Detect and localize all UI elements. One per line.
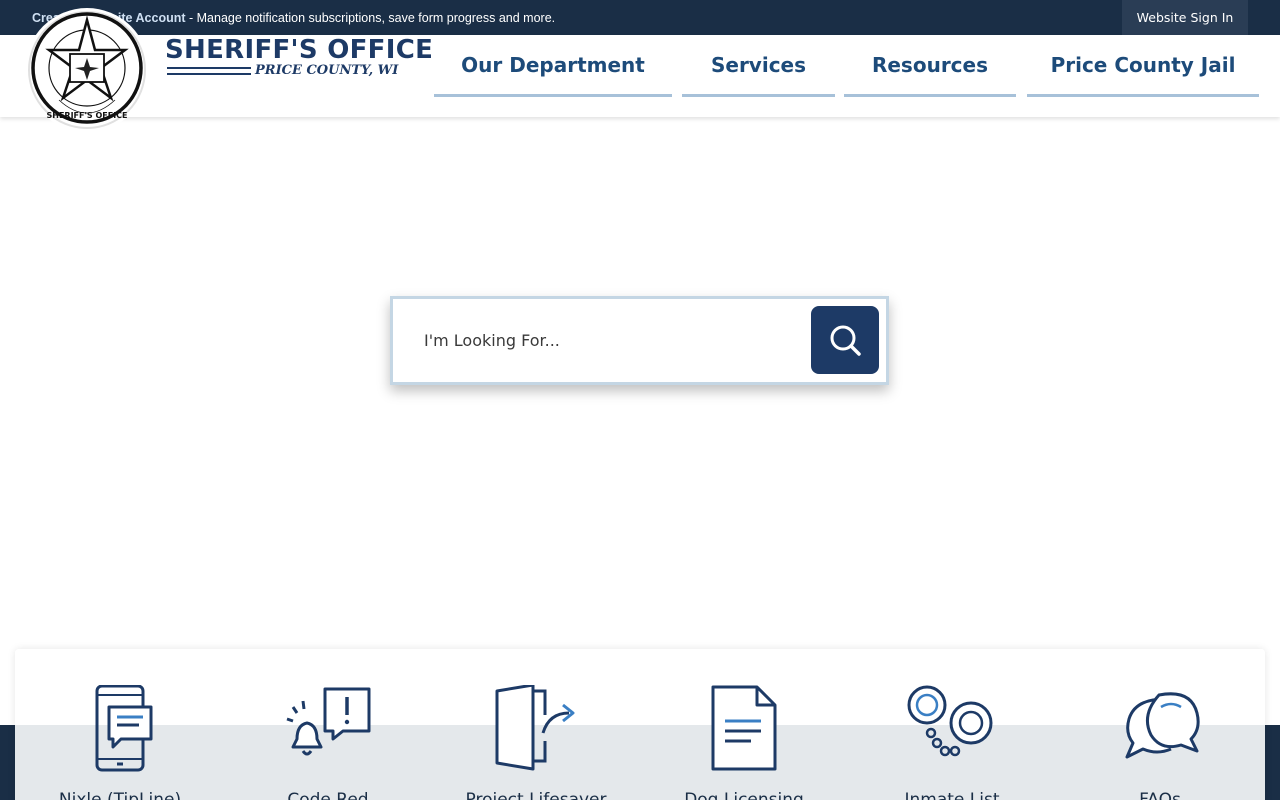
utility-bar: Create a Website Account - Manage notifi… bbox=[0, 0, 1280, 35]
quick-links-panel: Nixle (TipLine) Code Red Project Lifesav… bbox=[15, 649, 1265, 800]
logo-title[interactable]: SHERIFF'S OFFICE bbox=[165, 35, 433, 65]
document-icon bbox=[694, 684, 794, 776]
phone-message-icon bbox=[70, 684, 170, 776]
quick-link-nixle[interactable]: Nixle (TipLine) bbox=[20, 679, 220, 800]
quick-link-label: Project Lifesaver bbox=[465, 790, 607, 800]
handcuffs-icon bbox=[902, 684, 1002, 776]
search-icon bbox=[830, 325, 861, 356]
nav-label: Our Department bbox=[461, 52, 645, 77]
nav-label: Price County Jail bbox=[1050, 52, 1236, 77]
quick-link-label: Inmate List bbox=[904, 790, 1000, 800]
quick-link-label: Dog Licensing bbox=[684, 790, 804, 800]
chat-bubbles-icon bbox=[1110, 684, 1210, 776]
logo-rule-bottom bbox=[167, 73, 251, 75]
alert-bell-icon bbox=[278, 684, 378, 776]
quick-link-project-lifesaver[interactable]: Project Lifesaver bbox=[436, 679, 636, 800]
quick-link-dog-licensing[interactable]: Dog Licensing bbox=[644, 679, 844, 800]
logo-subtitle: PRICE COUNTY, WI bbox=[255, 63, 399, 78]
nav-resources[interactable]: Resources bbox=[844, 35, 1016, 97]
nav-services[interactable]: Services bbox=[682, 35, 835, 97]
logo-rule-top bbox=[167, 67, 251, 69]
nav-label: Resources bbox=[871, 52, 989, 77]
quick-link-code-red[interactable]: Code Red bbox=[228, 679, 428, 800]
nav-price-county-jail[interactable]: Price County Jail bbox=[1027, 35, 1259, 97]
quick-link-label: FAQs bbox=[1139, 790, 1181, 800]
website-sign-in-button[interactable]: Website Sign In bbox=[1122, 0, 1248, 35]
site-search bbox=[390, 296, 889, 385]
svg-text:SHERIFF'S OFFICE: SHERIFF'S OFFICE bbox=[46, 111, 127, 120]
sheriff-seal-logo[interactable]: SHERIFF'S OFFICE bbox=[25, 2, 150, 137]
quick-link-label: Nixle (TipLine) bbox=[58, 790, 182, 800]
door-share-icon bbox=[486, 684, 586, 776]
search-button[interactable] bbox=[811, 306, 879, 374]
quick-link-faqs[interactable]: FAQs bbox=[1060, 679, 1260, 800]
quick-link-inmate-list[interactable]: Inmate List bbox=[852, 679, 1052, 800]
nav-label: Services bbox=[710, 52, 807, 77]
quick-link-label: Code Red bbox=[287, 790, 369, 800]
nav-our-department[interactable]: Our Department bbox=[434, 35, 672, 97]
create-account-description: - Manage notification subscriptions, sav… bbox=[185, 11, 556, 25]
search-input[interactable] bbox=[393, 299, 803, 382]
